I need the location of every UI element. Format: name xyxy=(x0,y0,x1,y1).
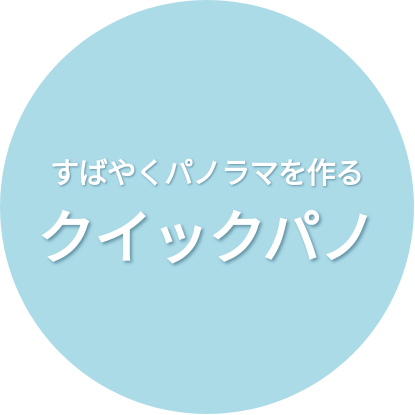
badge-title: クイックパノ xyxy=(37,204,377,272)
app-badge: すばやくパノラマを作る クイックパノ xyxy=(0,0,415,415)
badge-tagline: すばやくパノラマを作る xyxy=(50,156,364,190)
